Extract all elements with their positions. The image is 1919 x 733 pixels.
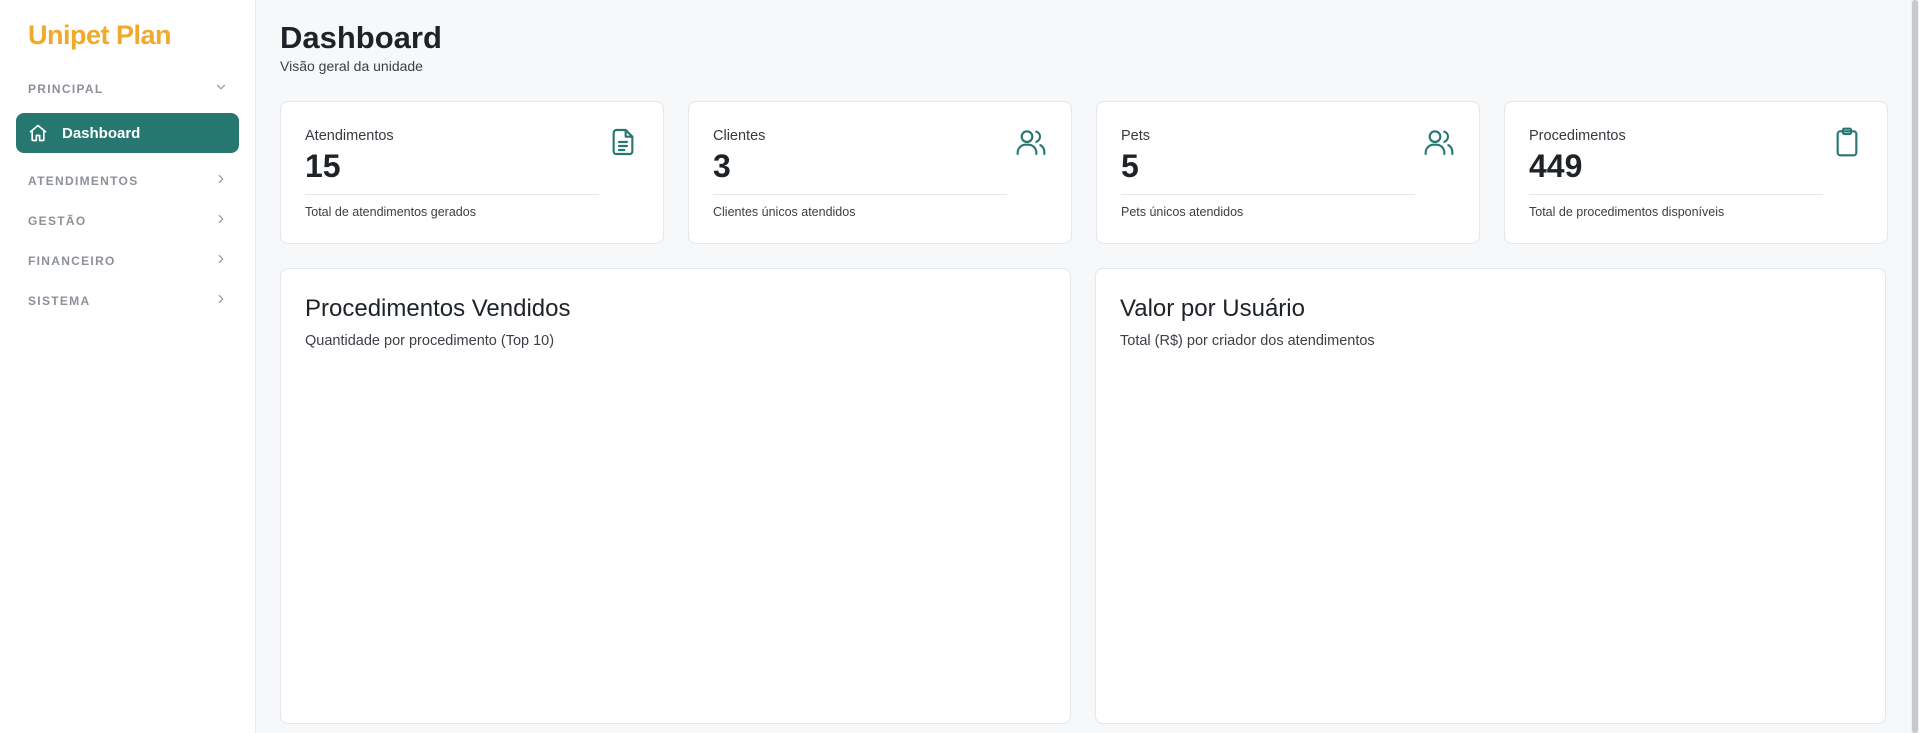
sidebar-section-label: FINANCEIRO	[28, 254, 116, 268]
chevron-right-icon	[214, 212, 228, 231]
chart-subtitle: Quantidade por procedimento (Top 10)	[305, 333, 555, 349]
sidebar: Unipet Plan PRINCIPAL Dashboard ATENDIME…	[0, 0, 256, 733]
stat-label: Atendimentos	[305, 128, 394, 144]
stat-label: Clientes	[713, 128, 766, 144]
main-content: Dashboard Visão geral da unidade Atendim…	[256, 0, 1919, 733]
stat-description: Total de procedimentos disponíveis	[1529, 205, 1725, 219]
stat-description: Pets únicos atendidos	[1121, 205, 1244, 219]
stat-value: 449	[1529, 148, 1583, 184]
sidebar-section-label: GESTÃO	[28, 214, 87, 228]
sidebar-section-label: ATENDIMENTOS	[28, 174, 139, 188]
chart-card-valor-por-usuario: Valor por Usuário Total (R$) por criador…	[1095, 268, 1886, 724]
chart-card-procedimentos-vendidos: Procedimentos Vendidos Quantidade por pr…	[280, 268, 1071, 724]
app-root: Unipet Plan PRINCIPAL Dashboard ATENDIME…	[0, 0, 1919, 733]
stat-value: 3	[713, 148, 731, 184]
sidebar-item-dashboard[interactable]: Dashboard	[16, 113, 239, 153]
stat-card-pets: Pets 5 Pets únicos atendidos	[1096, 101, 1480, 244]
stat-card-atendimentos: Atendimentos 15 Total de atendimentos ge…	[280, 101, 664, 244]
stat-label: Pets	[1121, 128, 1151, 144]
stat-value: 15	[305, 148, 341, 184]
sidebar-section-atendimentos[interactable]: ATENDIMENTOS	[28, 169, 228, 193]
chart-subtitle: Total (R$) por criador dos atendimentos	[1120, 333, 1375, 349]
stat-value: 5	[1121, 148, 1139, 184]
app-logo[interactable]: Unipet Plan	[28, 20, 172, 51]
sidebar-section-label: PRINCIPAL	[28, 82, 104, 96]
sidebar-section-financeiro[interactable]: FINANCEIRO	[28, 249, 228, 273]
sidebar-section-principal[interactable]: PRINCIPAL	[28, 77, 228, 101]
users-icon	[1015, 126, 1047, 158]
stat-card-procedimentos: Procedimentos 449 Total de procedimentos…	[1504, 101, 1888, 244]
sidebar-section-gestao[interactable]: GESTÃO	[28, 209, 228, 233]
page-scrollbar[interactable]	[1911, 0, 1919, 733]
document-icon	[607, 126, 639, 158]
sidebar-section-sistema[interactable]: SISTEMA	[28, 289, 228, 313]
chart-title: Procedimentos Vendidos	[305, 295, 571, 322]
chart-title: Valor por Usuário	[1120, 295, 1305, 322]
chevron-right-icon	[214, 252, 228, 271]
stat-divider	[1121, 194, 1415, 195]
stat-description: Clientes únicos atendidos	[713, 205, 856, 219]
chevron-right-icon	[214, 172, 228, 191]
page-subtitle: Visão geral da unidade	[280, 58, 423, 74]
stat-description: Total de atendimentos gerados	[305, 205, 476, 219]
chevron-down-icon	[214, 80, 228, 99]
page-title: Dashboard	[280, 20, 442, 55]
stat-card-clientes: Clientes 3 Clientes únicos atendidos	[688, 101, 1072, 244]
stat-divider	[305, 194, 599, 195]
sidebar-section-label: SISTEMA	[28, 294, 91, 308]
sidebar-item-label: Dashboard	[62, 124, 141, 142]
users-icon	[1423, 126, 1455, 158]
chevron-right-icon	[214, 292, 228, 311]
stat-label: Procedimentos	[1529, 128, 1626, 144]
stat-divider	[713, 194, 1007, 195]
clipboard-icon	[1831, 126, 1863, 158]
scrollbar-thumb[interactable]	[1912, 0, 1918, 733]
home-icon	[28, 123, 48, 143]
stat-divider	[1529, 194, 1823, 195]
